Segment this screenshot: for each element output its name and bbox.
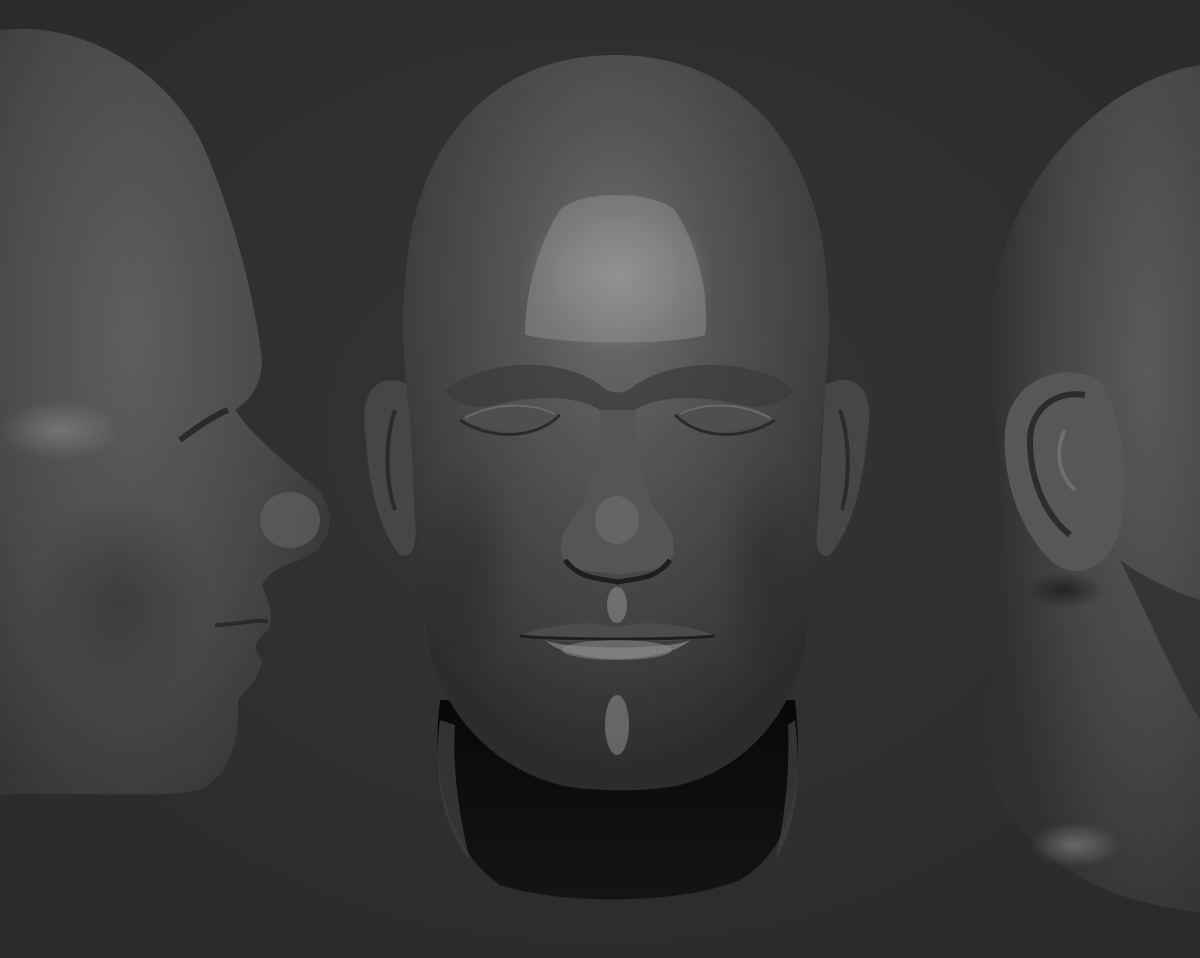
ear-shadow [1025,572,1105,608]
lower-lip-highlight [562,640,672,660]
philtrum-highlight [607,587,627,623]
chin-highlight [605,695,629,755]
shoulder-highlight [1030,823,1120,867]
render-canvas[interactable] [0,0,1200,958]
jaw-shadow [30,490,210,710]
nose-tip [260,492,320,548]
nose-tip-highlight [595,496,639,544]
cheek-highlight [0,400,120,460]
sculpt-viewport[interactable] [0,0,1200,958]
front-view[interactable] [364,55,870,900]
cheek-shadow-left [420,450,520,670]
cheek-shadow-right [715,450,815,670]
